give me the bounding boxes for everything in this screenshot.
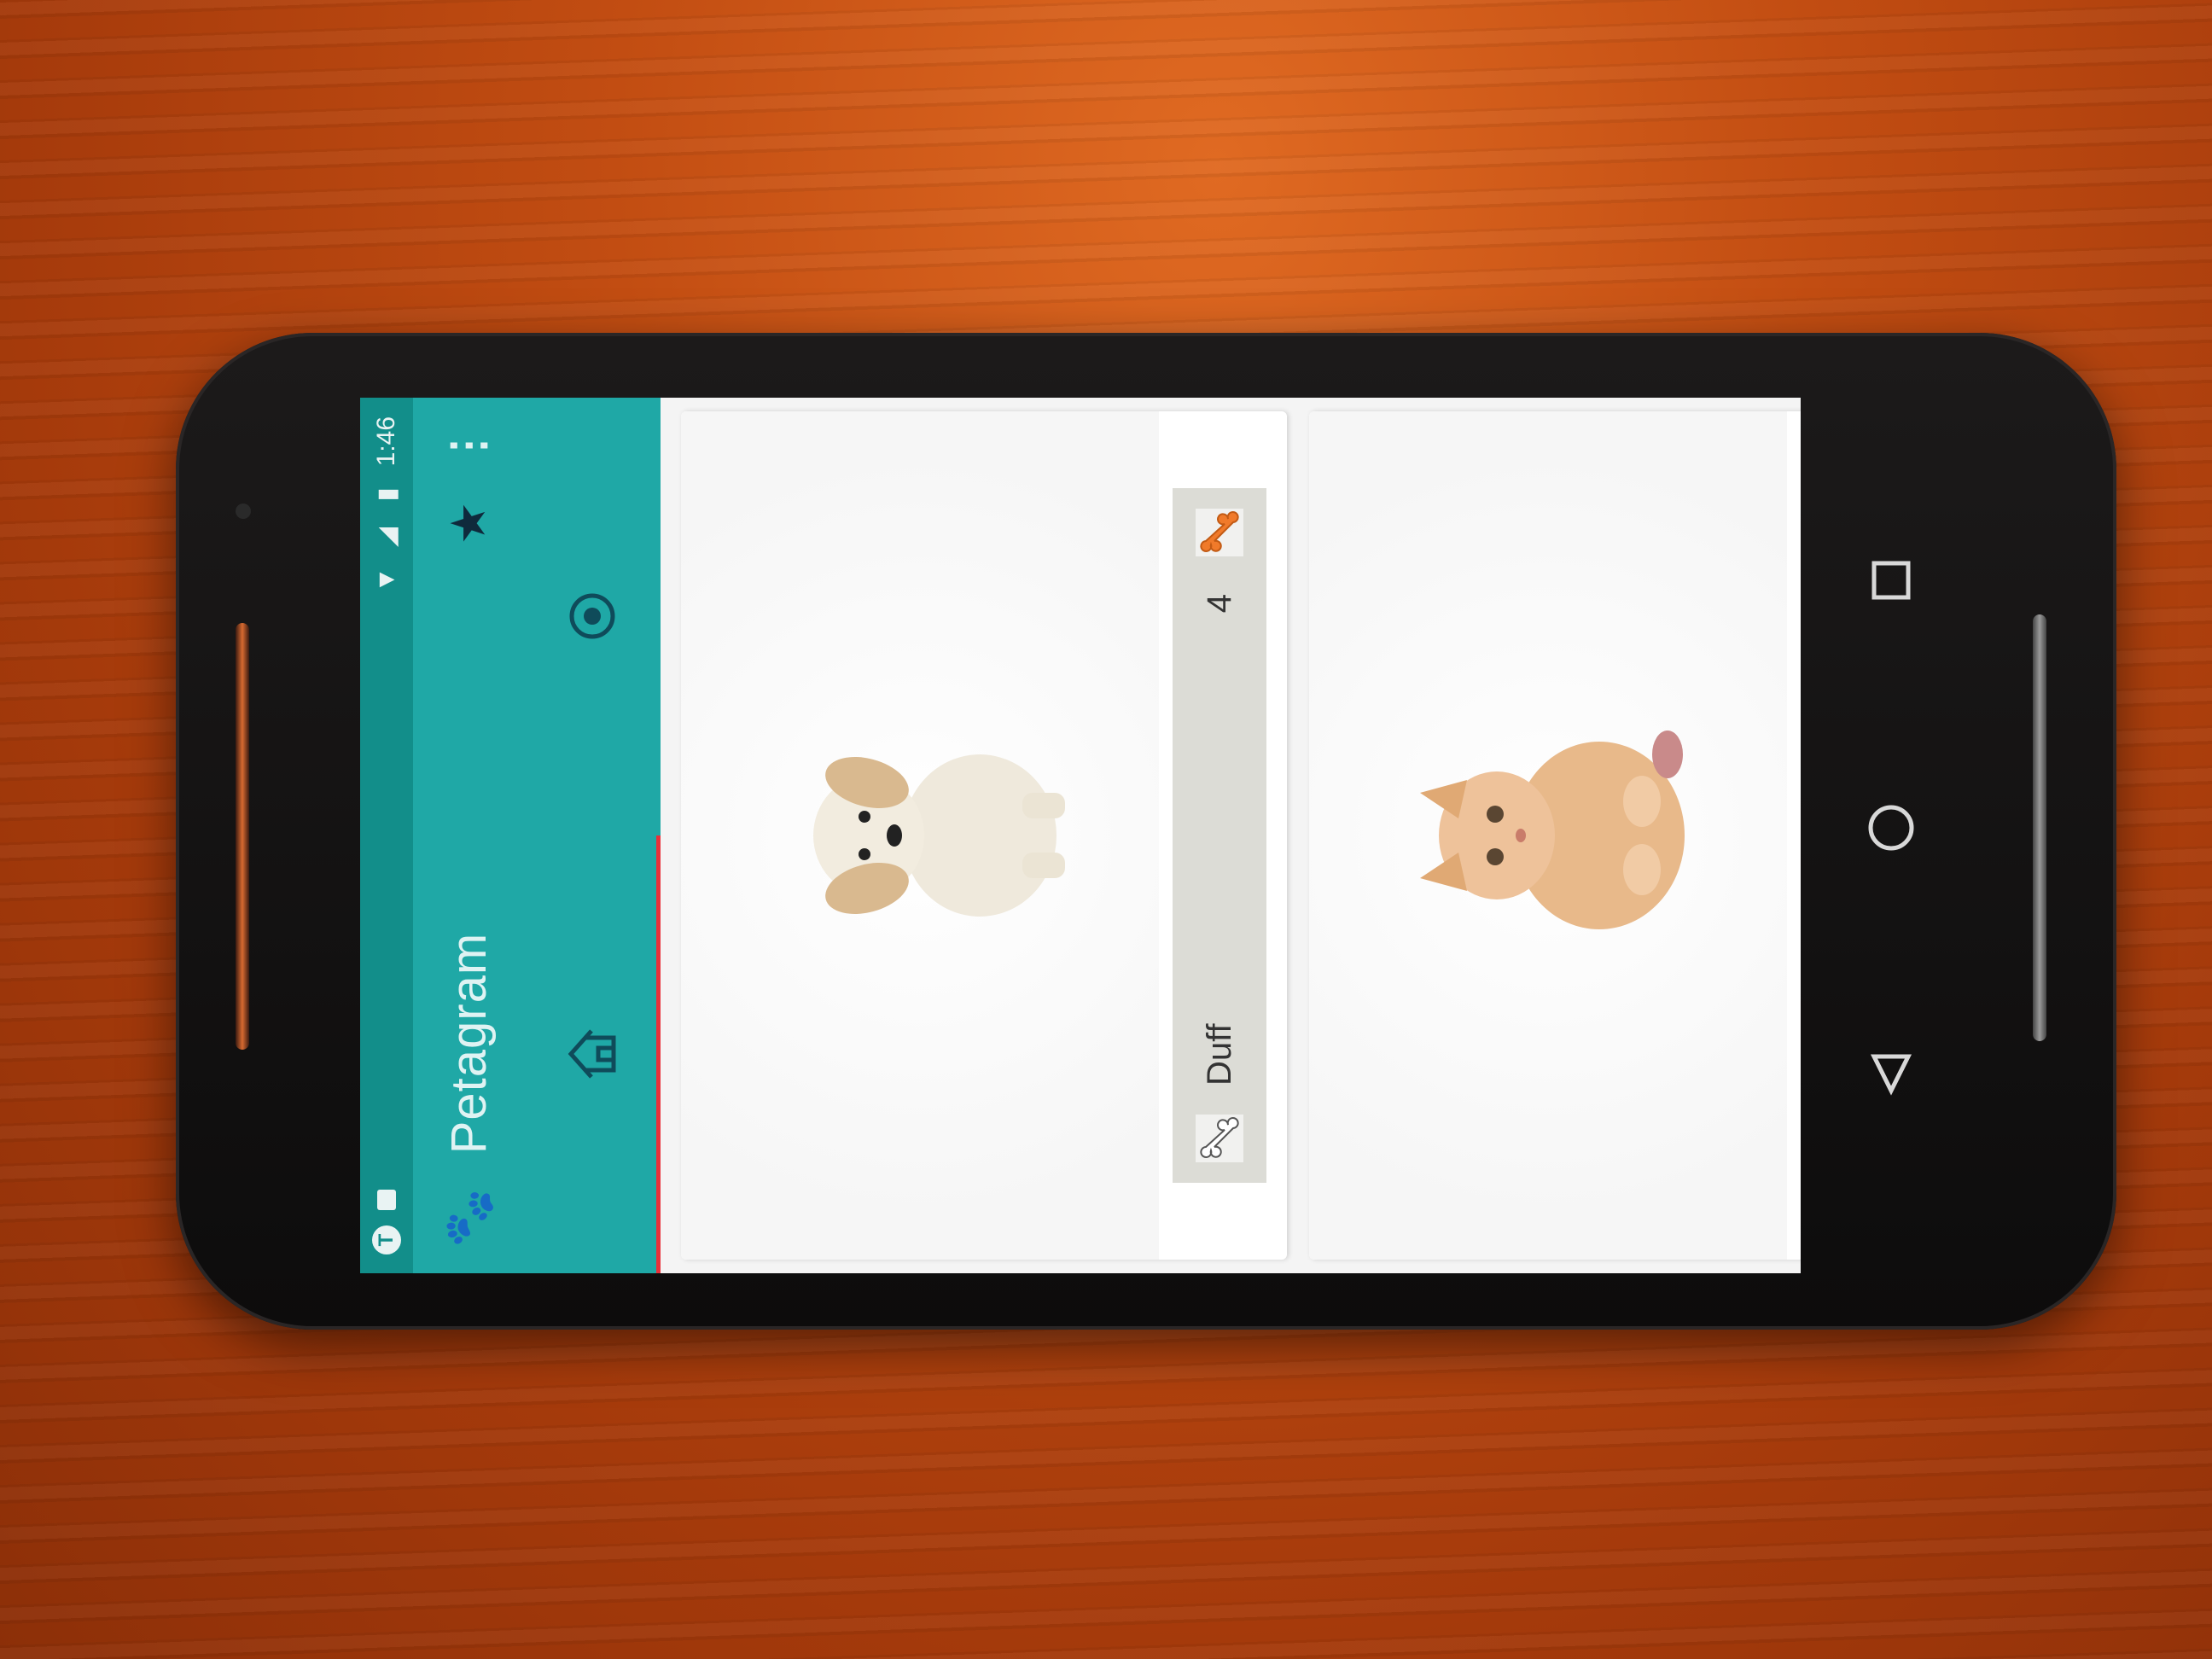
cat-image	[1420, 731, 1685, 929]
bone-icon[interactable]	[1192, 1111, 1247, 1166]
navigation-bar	[1868, 561, 1914, 1096]
status-bar: T ▼ ◢ ▮ 1:46	[360, 398, 413, 1273]
phone-screen: T ▼ ◢ ▮ 1:46 🐾 Petagram ★ ⋮ Duff 4	[360, 398, 1801, 1273]
bone-orange-icon	[1196, 509, 1243, 556]
profile-tab-icon	[569, 594, 615, 639]
notification-t-icon: T	[372, 1225, 401, 1254]
battery-icon: ▮	[372, 487, 401, 502]
paw-icon: 🐾	[441, 1188, 495, 1248]
wifi-icon: ▼	[372, 567, 400, 593]
front-camera	[236, 504, 251, 519]
overflow-menu-icon[interactable]: ⋮	[443, 423, 494, 468]
pet-feed[interactable]: Duff 4	[661, 398, 1801, 1273]
pet-card[interactable]: Duff 4	[681, 411, 1287, 1260]
home-nav-icon[interactable]	[1868, 805, 1914, 851]
app-title: Petagram	[440, 932, 497, 1155]
pet-photo-cat	[1309, 411, 1787, 1260]
tab-indicator	[656, 835, 661, 1273]
notification-icon	[377, 1190, 396, 1210]
tab-home[interactable]	[524, 835, 661, 1273]
app-toolbar: 🐾 Petagram ★ ⋮	[413, 398, 524, 1273]
star-icon[interactable]: ★	[440, 502, 497, 544]
home-tab-icon	[568, 1029, 616, 1080]
pet-card[interactable]	[1309, 411, 1801, 1260]
dog-image	[813, 754, 1065, 917]
pet-name: Duff	[1200, 1023, 1238, 1086]
pet-like-count: 4	[1200, 594, 1238, 614]
pet-photo-dog	[681, 411, 1159, 1260]
petagram-app: T ▼ ◢ ▮ 1:46 🐾 Petagram ★ ⋮ Duff 4	[360, 398, 1801, 1273]
tab-profile[interactable]	[524, 398, 661, 835]
front-speaker-left	[236, 623, 249, 1050]
recents-nav-icon[interactable]	[1871, 561, 1911, 600]
clock: 1:46	[372, 416, 400, 467]
back-nav-icon[interactable]	[1870, 1054, 1912, 1096]
front-speaker-right	[2033, 614, 2046, 1041]
signal-icon: ◢	[372, 527, 401, 547]
pet-info-bar: Duff 4	[1173, 488, 1266, 1183]
tab-bar	[524, 398, 661, 1273]
